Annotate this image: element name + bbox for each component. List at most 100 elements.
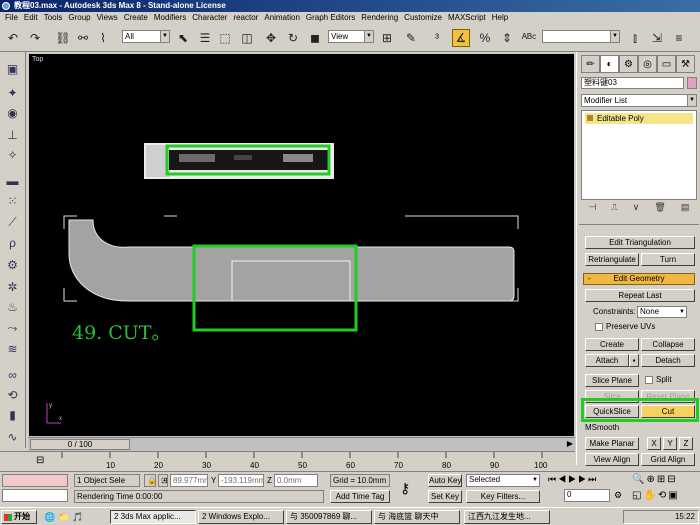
top-viewport[interactable]: Top y x 49. CUT。 (28, 53, 575, 437)
menu-character[interactable]: Character (189, 12, 230, 24)
dots-icon[interactable]: ⁙ (4, 192, 21, 209)
menu-modifiers[interactable]: Modifiers (151, 12, 189, 24)
tray-clock[interactable]: 15:22 (675, 512, 695, 521)
planar-z-button[interactable]: Z (679, 437, 693, 450)
lock-selection-icon[interactable]: 🔒 (144, 474, 156, 487)
gear-icon[interactable]: ⚙ (4, 256, 21, 273)
bend-icon[interactable]: ⤳ (4, 320, 21, 337)
layer-manager-icon[interactable]: ≡ (670, 29, 688, 47)
lasso-icon[interactable]: ρ (4, 234, 21, 251)
msmooth-button[interactable]: MSmooth (585, 422, 619, 435)
object-name-field[interactable]: 塑料键03 (581, 77, 684, 89)
move-icon[interactable]: ✦ (4, 84, 21, 101)
attach-settings-icon[interactable]: ▪ (629, 354, 639, 367)
task-news[interactable]: 江西九江发生地... (464, 510, 550, 524)
start-button[interactable]: 开始 (1, 510, 37, 524)
spring-icon[interactable]: ∞ (4, 366, 21, 383)
menu-customize[interactable]: Customize (401, 12, 445, 24)
menu-edit[interactable]: Edit (21, 12, 41, 24)
viewport-nav-bottom[interactable]: ◱✋⟲▣ (632, 490, 680, 501)
planar-y-button[interactable]: Y (663, 437, 677, 450)
select-and-move-icon[interactable]: ✥ (262, 29, 280, 47)
slice-plane-button[interactable]: Slice Plane (585, 374, 639, 387)
x-coordinate-field[interactable]: 89.977mm (170, 474, 208, 487)
detach-button[interactable]: Detach (641, 354, 695, 367)
make-planar-button[interactable]: Make Planar (585, 437, 639, 450)
menu-reactor[interactable]: reactor (230, 12, 261, 24)
wave-icon[interactable]: ≋ (4, 340, 21, 357)
named-selection-dropdown[interactable]: ▼ (542, 30, 620, 43)
bar-icon[interactable]: ▮ (4, 406, 21, 423)
window-crossing-icon[interactable]: ◫ (238, 29, 256, 47)
line-icon[interactable]: ⟋ (4, 214, 21, 231)
select-manipulate-icon[interactable]: ✎ (402, 29, 420, 47)
time-slider[interactable]: 0 / 100 ▶ (28, 437, 575, 451)
cylinder-icon[interactable]: ⊥ (4, 126, 21, 143)
pivot-center-icon[interactable]: ⊞ (378, 29, 396, 47)
constraints-dropdown[interactable]: None ▼ (637, 306, 687, 318)
track-bar[interactable]: ⊟ 10 20 30 40 50 60 70 80 90 100 (0, 451, 575, 471)
playback-controls[interactable]: ⏮◀▶▶⏭ (548, 474, 598, 485)
edit-geometry-rollout[interactable]: - Edit Geometry (583, 273, 695, 285)
current-frame-field[interactable]: 0 (564, 489, 610, 502)
menu-graph-editors[interactable]: Graph Editors (303, 12, 358, 24)
task-3ds-max[interactable]: 2 3ds Max applic... (110, 510, 196, 524)
repeat-last-button[interactable]: Repeat Last (585, 289, 695, 302)
z-coordinate-field[interactable]: 0.0mm (274, 474, 318, 487)
rectangular-selection-icon[interactable]: ⬚ (216, 29, 234, 47)
split-checkbox[interactable] (645, 376, 653, 384)
stack-item-editable-poly[interactable]: Editable Poly (585, 113, 693, 124)
redo-icon[interactable]: ↷ (26, 29, 44, 47)
select-and-rotate-icon[interactable]: ↻ (284, 29, 302, 47)
sphere-icon[interactable]: ◉ (4, 104, 21, 121)
tessellate-button[interactable]: Tessellate (641, 422, 695, 435)
angle-snap-icon[interactable]: ∡ (452, 29, 470, 47)
task-windows-explorer[interactable]: 2 Windows Explo... (198, 510, 284, 524)
time-config-icon[interactable]: ⚙ (614, 490, 622, 501)
mini-curve-editor-icon[interactable]: ⊟ (36, 455, 44, 466)
sprocket-icon[interactable]: ✲ (4, 278, 21, 295)
retriangulate-button[interactable]: Retriangulate (585, 253, 639, 266)
edit-triangulation-button[interactable]: Edit Triangulation (585, 236, 695, 249)
selection-filter-dropdown[interactable]: All ▼ (122, 30, 170, 43)
utilities-tab-icon[interactable]: ⚒ (676, 55, 695, 73)
select-link-icon[interactable]: ⛓ (54, 29, 72, 47)
attach-button[interactable]: Attach (585, 354, 629, 367)
task-chat-1[interactable]: 与 350097869 聊... (286, 510, 372, 524)
torch-icon[interactable]: ♨ (4, 298, 21, 315)
menu-file[interactable]: File (2, 12, 21, 24)
key-mode-dropdown[interactable]: Selected ▼ (466, 474, 540, 487)
snap-toggle-icon[interactable]: ³ (428, 29, 446, 47)
motion-tab-icon[interactable]: ◎ (638, 55, 657, 73)
task-chat-2[interactable]: 与 海底篮 聊天中 (374, 510, 460, 524)
modifier-list-dropdown[interactable]: Modifier List ▼ (581, 94, 697, 107)
grid-align-button[interactable]: Grid Align (641, 453, 695, 466)
bind-space-warp-icon[interactable]: ⌇ (94, 29, 112, 47)
star-icon[interactable]: ✧ (4, 146, 21, 163)
camera-icon[interactable]: ▬ (4, 172, 21, 189)
key-filters-button[interactable]: Key Filters... (466, 490, 540, 503)
wave-sine-icon[interactable]: ∿ (4, 428, 21, 445)
spinner-snap-icon[interactable]: ⇕ (498, 29, 516, 47)
object-color-swatch[interactable] (687, 77, 697, 89)
twist-icon[interactable]: ⟲ (4, 386, 21, 403)
slider-next-icon[interactable]: ▶ (567, 439, 573, 448)
view-align-button[interactable]: View Align (585, 453, 639, 466)
show-end-result-icon[interactable]: ⎍ (611, 202, 617, 216)
edit-named-selection-icon[interactable]: ᴬᴮᶜ (520, 29, 538, 47)
quick-launch-icons[interactable]: 🌐📁🎵 (44, 512, 87, 523)
menu-views[interactable]: Views (94, 12, 121, 24)
y-coordinate-field[interactable]: -193.119mm (218, 474, 264, 487)
turn-button[interactable]: Turn (641, 253, 695, 266)
menu-tools[interactable]: Tools (41, 12, 66, 24)
reference-coordinate-dropdown[interactable]: View ▼ (328, 30, 374, 43)
remove-modifier-icon[interactable]: 🗑 (654, 202, 665, 216)
undo-icon[interactable]: ↶ (4, 29, 22, 47)
select-object-icon[interactable]: ⬉ (174, 29, 192, 47)
maxscript-input[interactable] (2, 489, 68, 502)
auto-key-button[interactable]: Auto Key (428, 474, 462, 487)
viewport-nav-top[interactable]: 🔍⊕⊞⊟ (632, 474, 678, 485)
menu-rendering[interactable]: Rendering (358, 12, 401, 24)
unlink-icon[interactable]: ⚯ (74, 29, 92, 47)
display-tab-icon[interactable]: ▭ (657, 55, 676, 73)
